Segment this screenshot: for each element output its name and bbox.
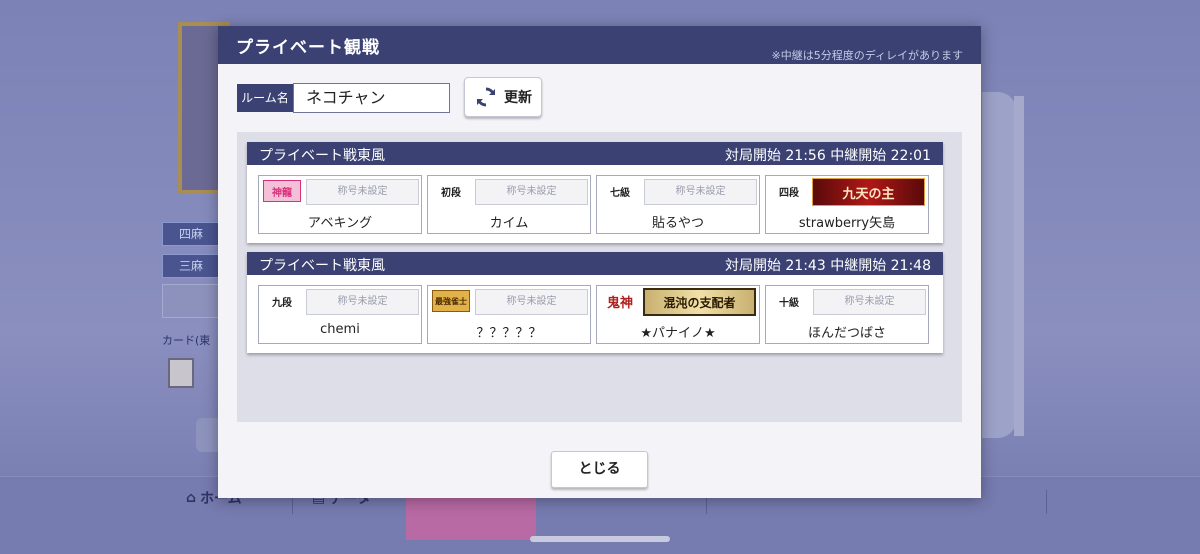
match-time: 対局開始 21:56 中継開始 22:01 <box>724 148 931 164</box>
player-name: ？？？？？ <box>476 326 542 341</box>
player-title-art: 九天の主 <box>812 178 925 206</box>
rank-badge: 九段 <box>272 297 292 309</box>
player-row: 九段 称号未設定 chemi 最強雀士 称号未設定 ？？？？？ 鬼神 混沌の支配… <box>258 285 934 344</box>
rank-badge: 最強雀士 <box>432 290 470 312</box>
refresh-label: 更新 <box>504 90 532 106</box>
nav-separator <box>1046 490 1047 514</box>
player-name: 貼るやつ <box>651 216 704 231</box>
player-title: 称号未設定 <box>644 179 757 205</box>
player-slot: 七級 称号未設定 貼るやつ <box>596 175 760 234</box>
background-chip-4ma: 四麻 <box>162 222 220 246</box>
background-card-label: カード(東 <box>162 334 211 347</box>
player-title: 称号未設定 <box>306 289 419 315</box>
background-card-icon <box>168 358 194 388</box>
refresh-icon <box>477 87 495 107</box>
player-slot: 四段 九天の主 strawberry矢島 <box>765 175 929 234</box>
rank-badge: 四段 <box>779 187 799 199</box>
background-scroll-indicator <box>530 536 670 542</box>
player-title: 称号未設定 <box>475 179 588 205</box>
match-card[interactable]: プライベート戦東風 対局開始 21:43 中継開始 21:48 九段 称号未設定… <box>247 252 943 353</box>
player-name: ★パナイノ★ <box>640 326 716 341</box>
rank-badge: 鬼神 <box>606 295 633 311</box>
rank-badge: 十級 <box>779 297 799 309</box>
player-slot: 最強雀士 称号未設定 ？？？？？ <box>427 285 591 344</box>
match-card[interactable]: プライベート戦東風 対局開始 21:56 中継開始 22:01 神龍 称号未設定… <box>247 142 943 243</box>
home-icon: ⌂ <box>186 490 197 506</box>
match-list: プライベート戦東風 対局開始 21:56 中継開始 22:01 神龍 称号未設定… <box>237 132 962 422</box>
rank-badge: 神龍 <box>263 180 301 202</box>
match-time: 対局開始 21:43 中継開始 21:48 <box>724 258 931 274</box>
background-panel <box>162 284 220 318</box>
background-chip-3ma: 三麻 <box>162 254 220 278</box>
player-name: アベキング <box>307 216 373 231</box>
match-name: プライベート戦東風 <box>259 148 385 164</box>
player-slot: 神龍 称号未設定 アベキング <box>258 175 422 234</box>
match-header: プライベート戦東風 対局開始 21:56 中継開始 22:01 <box>247 142 943 165</box>
match-name: プライベート戦東風 <box>259 258 385 274</box>
player-name: strawberry矢島 <box>798 216 896 231</box>
player-slot: 九段 称号未設定 chemi <box>258 285 422 344</box>
player-title: 称号未設定 <box>306 179 419 205</box>
player-row: 神龍 称号未設定 アベキング 初段 称号未設定 カイム 七級 称号未設定 貼るや… <box>258 175 934 234</box>
background-right-panel-edge <box>1014 96 1024 436</box>
modal-header: プライベート観戦 ※中継は5分程度のディレイがあります <box>218 26 981 64</box>
background-back-tab <box>196 418 220 452</box>
delay-note: ※中継は5分程度のディレイがあります <box>771 49 963 62</box>
private-spectate-modal: プライベート観戦 ※中継は5分程度のディレイがあります ルーム名 ネコチャン 更… <box>218 26 981 498</box>
rank-badge: 初段 <box>441 187 461 199</box>
close-button[interactable]: とじる <box>551 451 648 488</box>
modal-title: プライベート観戦 <box>236 38 380 58</box>
background-right-panel <box>982 92 1016 438</box>
player-name: chemi <box>320 322 360 337</box>
player-title: 称号未設定 <box>475 289 588 315</box>
player-title-art: 混沌の支配者 <box>643 288 756 316</box>
player-slot: 十級 称号未設定 ほんだつばさ <box>765 285 929 344</box>
player-slot: 鬼神 混沌の支配者 ★パナイノ★ <box>596 285 760 344</box>
player-title: 称号未設定 <box>813 289 926 315</box>
room-name-label: ルーム名 <box>237 84 293 112</box>
rank-badge: 七級 <box>610 187 630 199</box>
room-name-input[interactable]: ネコチャン <box>293 83 450 113</box>
refresh-button[interactable]: 更新 <box>464 77 542 117</box>
player-name: カイム <box>489 216 529 231</box>
player-name: ほんだつばさ <box>807 326 886 341</box>
match-header: プライベート戦東風 対局開始 21:43 中継開始 21:48 <box>247 252 943 275</box>
player-slot: 初段 称号未設定 カイム <box>427 175 591 234</box>
